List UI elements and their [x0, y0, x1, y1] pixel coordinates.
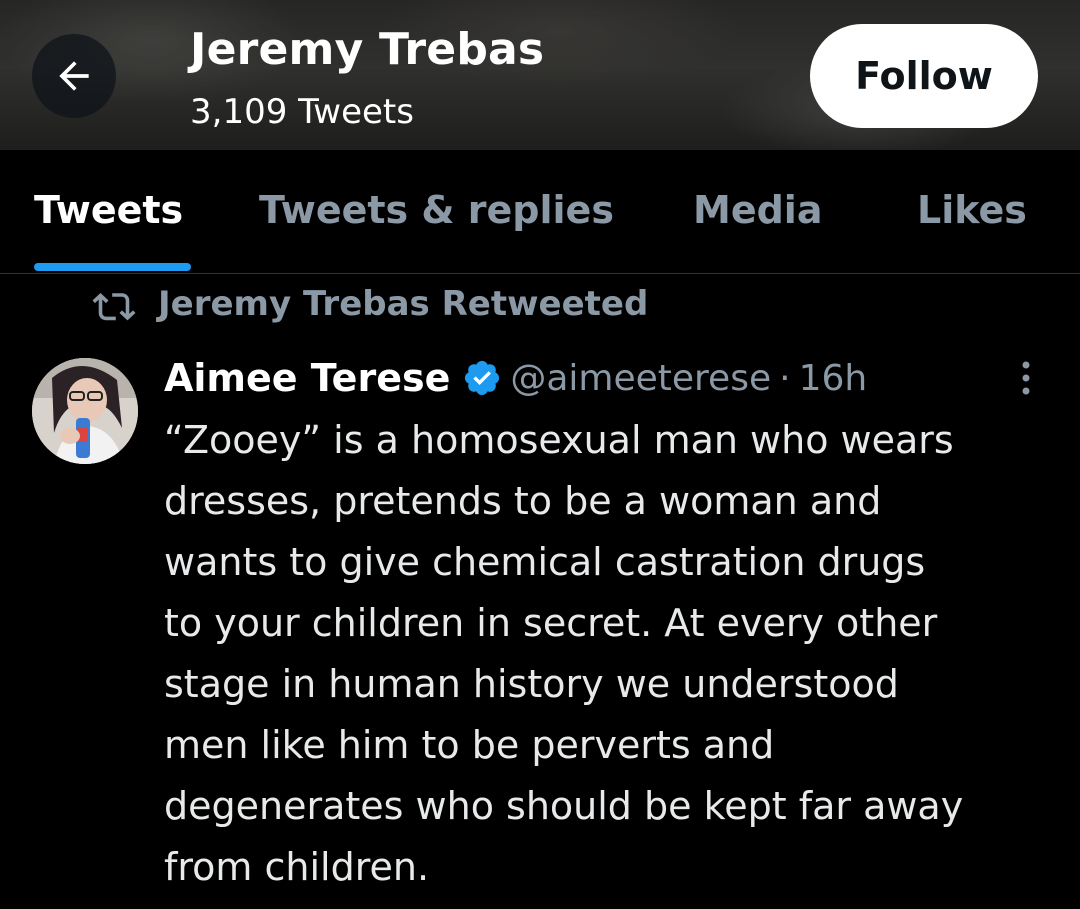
more-vertical-icon: [1022, 361, 1030, 395]
tweet-text-line: degenerates who should be kept far away: [164, 784, 964, 828]
more-options-button[interactable]: [1006, 356, 1046, 400]
profile-header: Jeremy Trebas 3,109 Tweets Follow: [0, 0, 1080, 150]
follow-button[interactable]: Follow: [810, 24, 1038, 128]
tab-tweets-and-replies[interactable]: Tweets & replies: [259, 188, 614, 232]
verified-badge-icon[interactable]: [462, 358, 502, 398]
profile-name-title: Jeremy Trebas: [190, 24, 545, 75]
retweet-context-label: Jeremy Trebas Retweeted: [158, 284, 649, 324]
retweet-context[interactable]: Jeremy Trebas Retweeted: [92, 284, 648, 324]
avatar-image: [32, 358, 138, 464]
tweet-text-line: wants to give chemical castration drugs: [164, 540, 926, 584]
arrow-left-icon: [59, 61, 89, 91]
avatar[interactable]: [32, 358, 138, 464]
tweet-text-line: stage in human history we understood: [164, 662, 899, 706]
tab-media[interactable]: Media: [693, 188, 822, 232]
tweet-text-line: “Zooey” is a homosexual man who wears: [164, 418, 954, 462]
author-handle[interactable]: @aimeeterese: [510, 358, 771, 399]
separator-dot: ·: [779, 357, 791, 399]
tweet-text-line: from children.: [164, 845, 430, 889]
tab-tweets[interactable]: Tweets: [34, 188, 183, 232]
tweet-text: “Zooey” is a homosexual man who wears dr…: [164, 410, 1064, 898]
tweet-timestamp[interactable]: 16h: [799, 358, 868, 399]
tweet-header: Aimee Terese @aimeeterese · 16h: [164, 352, 867, 404]
tweet-text-line: to your children in secret. At every oth…: [164, 601, 938, 645]
retweet-icon: [92, 292, 136, 321]
tweet-text-line: men like him to be perverts and: [164, 723, 775, 767]
tweet-count: 3,109 Tweets: [190, 92, 414, 132]
tab-likes[interactable]: Likes: [917, 188, 1027, 232]
tweet-text-line: dresses, pretends to be a woman and: [164, 479, 882, 523]
author-name[interactable]: Aimee Terese: [164, 356, 450, 400]
active-tab-indicator: [34, 263, 191, 271]
profile-tabs: Tweets Tweets & replies Media Likes: [0, 150, 1080, 274]
back-button[interactable]: [32, 34, 116, 118]
